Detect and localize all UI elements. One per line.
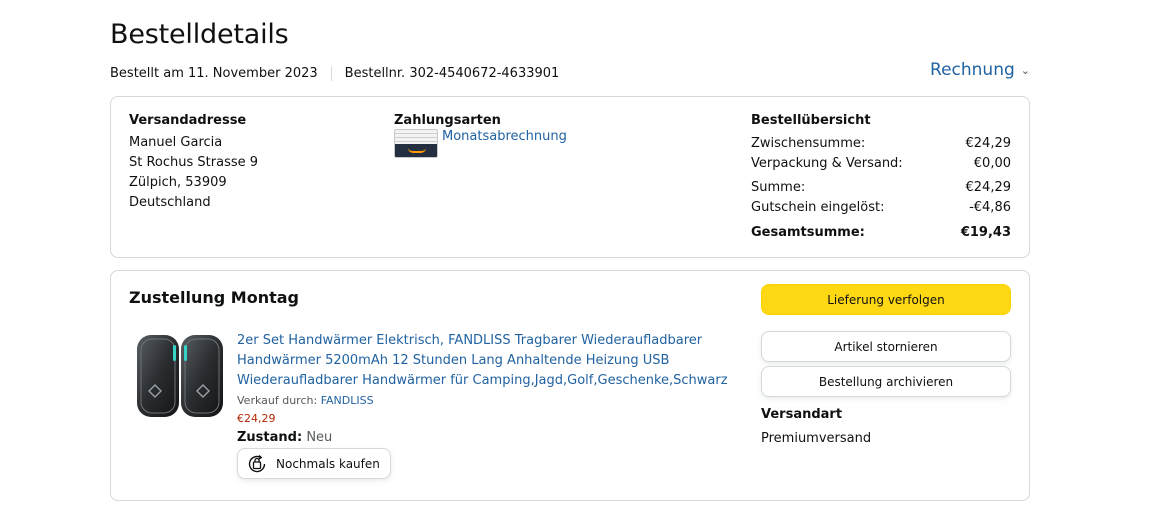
product-info: 2er Set Handwärmer Elektrisch, FANDLISS … <box>237 331 737 479</box>
total-value: €19,43 <box>960 225 1011 240</box>
address-street: St Rochus Strasse 9 <box>129 155 259 170</box>
address-city: Zülpich, 53909 <box>129 175 227 190</box>
seller-prefix: Verkauf durch: <box>237 394 321 407</box>
buy-again-label: Nochmals kaufen <box>276 456 380 471</box>
shipping-method: Versandart Premiumversand <box>761 407 871 446</box>
product-condition: Zustand: Neu <box>237 430 737 445</box>
total-label: Gesamtsumme: <box>751 225 865 240</box>
shipping-address: Versandadresse Manuel Garcia St Rochus S… <box>129 113 258 213</box>
invoice-dropdown[interactable]: Rechnung ⌄ <box>930 60 1030 80</box>
buy-again-icon <box>248 454 266 472</box>
shipping-label: Verpackung & Versand: <box>751 156 903 171</box>
total-row: Gesamtsumme: €19,43 <box>751 223 1011 243</box>
order-meta: Bestellt am 11. November 2023 Bestellnr.… <box>110 66 559 81</box>
delivery-box: Zustellung Montag 2er Set Handwärmer Ele… <box>110 270 1030 501</box>
sum-row: Summe: €24,29 <box>751 178 1011 198</box>
subtotal-value: €24,29 <box>965 136 1012 151</box>
order-number: Bestellnr. 302-4540672-4633901 <box>344 66 560 81</box>
voucher-row: Gutschein eingelöst: -€4,86 <box>751 198 1011 218</box>
page-title: Bestelldetails <box>110 19 289 50</box>
seller-link[interactable]: FANDLISS <box>321 394 374 407</box>
archive-order-button[interactable]: Bestellung archivieren <box>761 366 1011 397</box>
condition-value: Neu <box>306 430 333 445</box>
payment-method-row: Monatsabrechnung <box>394 129 567 158</box>
product-title-link[interactable]: 2er Set Handwärmer Elektrisch, FANDLISS … <box>237 331 737 391</box>
shipping-method-value: Premiumversand <box>761 431 872 446</box>
delivery-title: Zustellung Montag <box>129 288 299 307</box>
payment-methods: Zahlungsarten Monatsabrechnung <box>394 113 567 158</box>
order-info-box: Versandadresse Manuel Garcia St Rochus S… <box>110 96 1030 258</box>
amazon-card-icon <box>394 129 438 158</box>
chevron-down-icon: ⌄ <box>1020 63 1030 77</box>
subtotal-label: Zwischensumme: <box>751 136 866 151</box>
track-package-button[interactable]: Lieferung verfolgen <box>761 284 1011 315</box>
shipping-method-title: Versandart <box>761 407 843 422</box>
buy-again-button[interactable]: Nochmals kaufen <box>237 448 391 479</box>
shipping-row: Verpackung & Versand: €0,00 <box>751 154 1011 174</box>
subtotal-row: Zwischensumme: €24,29 <box>751 134 1011 154</box>
voucher-label: Gutschein eingelöst: <box>751 200 885 215</box>
address-name: Manuel Garcia <box>129 135 223 150</box>
invoice-label: Rechnung <box>930 60 1015 80</box>
shipping-address-title: Versandadresse <box>129 113 247 128</box>
payment-title: Zahlungsarten <box>394 113 501 128</box>
sum-label: Summe: <box>751 180 806 195</box>
voucher-value: -€4,86 <box>969 200 1011 215</box>
divider <box>330 66 332 81</box>
order-summary: Bestellübersicht Zwischensumme: €24,29 V… <box>751 113 1011 243</box>
cancel-item-button[interactable]: Artikel stornieren <box>761 331 1011 362</box>
seller-info: Verkauf durch: FANDLISS <box>237 394 737 407</box>
payment-method-link[interactable]: Monatsabrechnung <box>442 129 567 145</box>
shipping-value: €0,00 <box>973 156 1011 171</box>
order-date: Bestellt am 11. November 2023 <box>110 66 318 81</box>
sum-value: €24,29 <box>965 180 1012 195</box>
product-image[interactable] <box>135 333 225 419</box>
product-price: €24,29 <box>237 412 276 425</box>
address-country: Deutschland <box>129 195 211 210</box>
condition-label: Zustand: <box>237 430 303 445</box>
summary-title: Bestellübersicht <box>751 113 871 128</box>
